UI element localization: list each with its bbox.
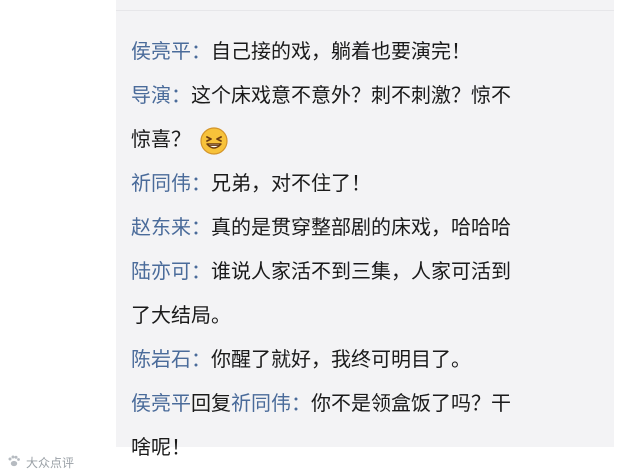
reply-word: 回复 (191, 391, 231, 415)
comment-text: 你不是领盒饭了吗？干 (311, 391, 511, 415)
comment-text-continued: 啥呢！ (131, 435, 191, 459)
name-separator: ： (191, 39, 211, 63)
name-separator: ： (191, 347, 211, 371)
reply-target-name[interactable]: 祈同伟 (231, 391, 291, 415)
comment-text-continued: 惊喜？ (131, 127, 191, 151)
comment-item: 赵东来：真的是贯穿整部剧的床戏，哈哈哈 (131, 205, 601, 249)
commenter-name[interactable]: 祈同伟 (131, 171, 191, 195)
comment-list: 侯亮平：自己接的戏，躺着也要演完！ 导演：这个床戏意不意外？刺不刺激？惊不 惊喜… (131, 29, 601, 469)
comment-text-continued: 了大结局。 (131, 303, 231, 327)
name-separator: ： (191, 215, 211, 239)
left-gutter (0, 0, 116, 475)
name-separator: ： (191, 171, 211, 195)
commenter-name[interactable]: 陆亦可 (131, 259, 191, 283)
paw-logo-icon (6, 453, 22, 472)
comment-text: 真的是贯穿整部剧的床戏，哈哈哈 (211, 215, 511, 239)
comment-item: 侯亮平：自己接的戏，躺着也要演完！ (131, 29, 601, 73)
watermark: 大众点评 (6, 450, 126, 474)
comment-text: 自己接的戏，躺着也要演完！ (211, 39, 471, 63)
comment-text: 这个床戏意不意外？刺不刺激？惊不 (191, 83, 511, 107)
name-separator: ： (171, 83, 191, 107)
comment-item-continued: 了大结局。 (131, 293, 601, 337)
comment-item: 侯亮平回复祈同伟：你不是领盒饭了吗？干 (131, 381, 601, 425)
top-strip (116, 0, 614, 10)
commenter-name[interactable]: 导演 (131, 83, 171, 107)
comment-item: 祈同伟：兄弟，对不住了！ (131, 161, 601, 205)
comment-text: 兄弟，对不住了！ (211, 171, 371, 195)
comment-panel: 侯亮平：自己接的戏，躺着也要演完！ 导演：这个床戏意不意外？刺不刺激？惊不 惊喜… (116, 11, 614, 459)
comment-item-continued: 啥呢！ (131, 425, 601, 469)
name-separator: ： (291, 391, 311, 415)
commenter-name[interactable]: 陈岩石 (131, 347, 191, 371)
commenter-name[interactable]: 侯亮平 (131, 39, 191, 63)
commenter-name[interactable]: 侯亮平 (131, 391, 191, 415)
grinning-squint-face-icon (199, 126, 229, 156)
comment-item: 陈岩石：你醒了就好，我终可明目了。 (131, 337, 601, 381)
commenter-name[interactable]: 赵东来 (131, 215, 191, 239)
comment-item: 导演：这个床戏意不意外？刺不刺激？惊不 (131, 73, 601, 117)
comment-text: 你醒了就好，我终可明目了。 (211, 347, 471, 371)
watermark-text: 大众点评 (26, 455, 75, 470)
comment-text: 谁说人家活不到三集，人家可活到 (211, 259, 511, 283)
name-separator: ： (191, 259, 211, 283)
comment-item-continued: 惊喜？ (131, 117, 601, 161)
comment-item: 陆亦可：谁说人家活不到三集，人家可活到 (131, 249, 601, 293)
